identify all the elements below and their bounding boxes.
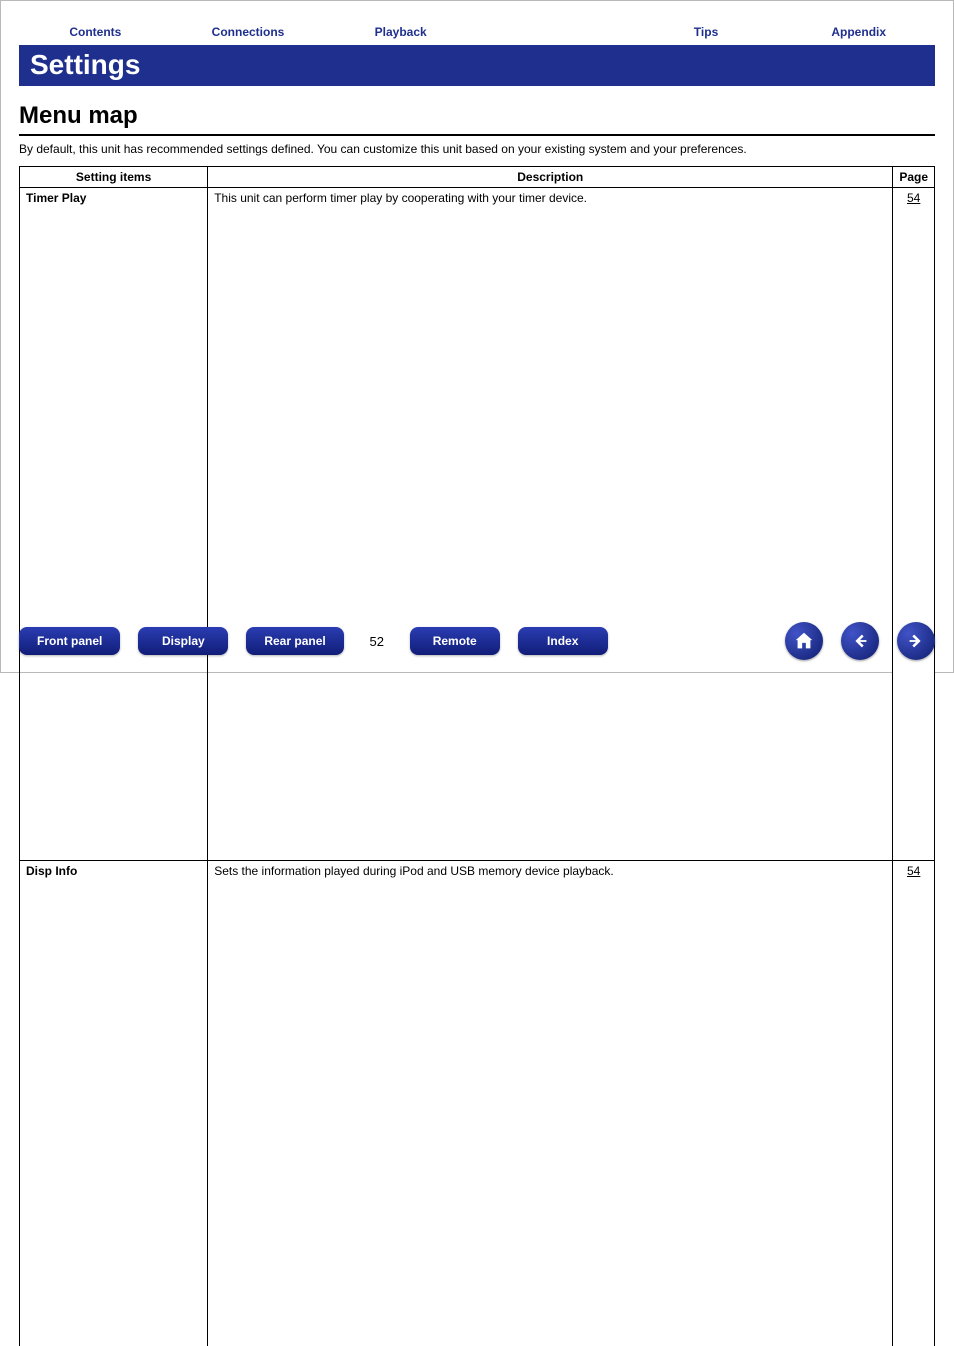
- tab-label: Connections: [212, 25, 285, 39]
- tab-label: Settings: [530, 25, 577, 39]
- tab-label: Appendix: [831, 25, 886, 39]
- tab-tips[interactable]: Tips: [630, 17, 783, 47]
- setting-description: This unit can perform timer play by coop…: [208, 188, 893, 861]
- tab-label: Contents: [69, 25, 121, 39]
- arrow-right-icon[interactable]: [897, 622, 935, 660]
- col-description: Description: [208, 167, 893, 188]
- page-link-cell: 54: [893, 861, 935, 1346]
- section-title: Menu map: [19, 102, 935, 136]
- col-setting-items: Setting items: [20, 167, 208, 188]
- footer-nav: Front panel Display Rear panel 52 Remote…: [19, 622, 935, 660]
- page-content: Contents Connections Playback Settings Tips A…: [1, 1, 953, 1346]
- page-link[interactable]: 54: [907, 864, 920, 878]
- home-icon[interactable]: [785, 622, 823, 660]
- tab-appendix[interactable]: Appendix: [782, 17, 935, 47]
- front-panel-button[interactable]: Front panel: [19, 627, 120, 655]
- remote-button[interactable]: Remote: [410, 627, 500, 655]
- page-link[interactable]: 54: [907, 191, 920, 205]
- arrow-left-icon[interactable]: [841, 622, 879, 660]
- tab-contents[interactable]: Contents: [19, 17, 172, 47]
- setting-description: Sets the information played during iPod …: [208, 861, 893, 1346]
- nav-tabs: Contents Connections Playback Settings Tips A…: [19, 17, 935, 47]
- menu-map-table: Setting items Description Page Timer Pla…: [19, 166, 935, 1346]
- tab-connections[interactable]: Connections: [172, 17, 325, 47]
- tab-label: Playback: [375, 25, 427, 39]
- table-row: Disp InfoSets the information played dur…: [20, 861, 935, 1346]
- col-page: Page: [893, 167, 935, 188]
- setting-item: Disp Info: [20, 861, 208, 1346]
- page-title-bar: Settings: [19, 45, 935, 86]
- setting-item: Timer Play: [20, 188, 208, 861]
- tab-settings[interactable]: Settings: [477, 17, 630, 47]
- intro-text: By default, this unit has recommended se…: [19, 142, 935, 156]
- manual-page: Contents Connections Playback Settings Tips A…: [0, 0, 954, 673]
- display-button[interactable]: Display: [138, 627, 228, 655]
- table-row: Timer PlayThis unit can perform timer pl…: [20, 188, 935, 861]
- tab-playback[interactable]: Playback: [324, 17, 477, 47]
- rear-panel-button[interactable]: Rear panel: [246, 627, 343, 655]
- page-number: 52: [362, 634, 392, 649]
- page-link-cell: 54: [893, 188, 935, 861]
- tab-label: Tips: [694, 25, 718, 39]
- index-button[interactable]: Index: [518, 627, 608, 655]
- page-title: Settings: [30, 49, 140, 80]
- table-header-row: Setting items Description Page: [20, 167, 935, 188]
